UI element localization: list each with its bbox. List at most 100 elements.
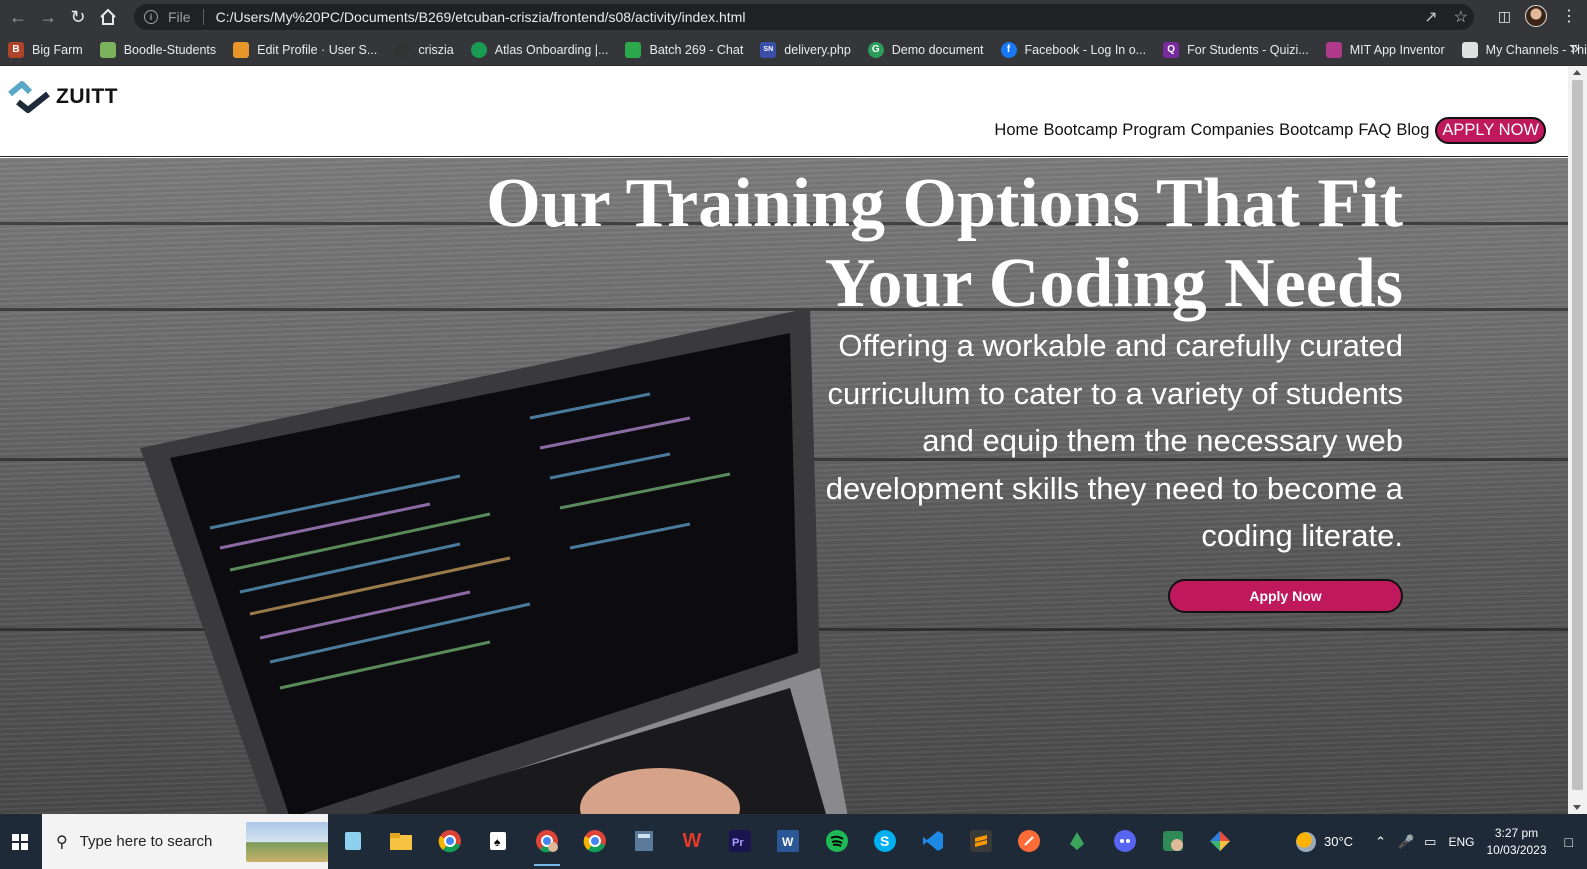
browser-toolbar: ← → ↻ i File C:/Users/My%20PC/Documents/… [0,0,1587,34]
postman-icon[interactable] [1012,824,1046,858]
bookmark-item[interactable]: My Channels - Thin... [1461,41,1587,58]
bookmark-item[interactable]: Atlas Onboarding |... [470,41,608,58]
clock-date: 10/03/2023 [1486,842,1547,857]
chevron-up-icon[interactable]: ⌃ [1375,834,1386,850]
discord-icon[interactable] [1108,824,1142,858]
scroll-thumb[interactable] [1572,80,1583,790]
hero-title-line1: Our Training Options That Fit [486,165,1403,242]
facebook-icon: f [1000,41,1017,58]
nav-home[interactable]: Home [994,121,1038,140]
svg-text:S: S [880,833,889,849]
wps-icon[interactable]: W [675,824,709,858]
hero-title: Our Training Options That Fit Your Codin… [423,164,1403,324]
bookmark-item[interactable]: SN delivery.php [760,41,851,58]
url-text[interactable]: C:/Users/My%20PC/Documents/B269/etcuban-… [216,9,746,25]
more-bookmarks-icon[interactable]: » [1570,40,1579,58]
bookmark-item[interactable]: Boodle-Students [99,41,216,58]
search-placeholder: Type here to search [79,833,213,850]
hero-title-line2: Your Coding Needs [824,245,1403,322]
chrome-icon[interactable] [433,824,467,858]
bookmark-item[interactable]: criszia [394,41,454,58]
windows-start-icon[interactable] [0,814,40,869]
weather-icon[interactable] [1296,831,1317,852]
scroll-up-icon[interactable] [1573,70,1581,75]
scroll-down-icon[interactable] [1573,805,1581,810]
bookmark-item[interactable]: Q For Students - Quizi... [1163,41,1309,58]
nav-apply-button[interactable]: APPLY NOW [1435,117,1546,144]
quizizz-icon: Q [1163,41,1180,58]
bookmark-icon [1461,41,1478,58]
profile-avatar[interactable] [1525,5,1547,27]
search-highlight-image [246,822,328,862]
microphone-icon[interactable]: 🎤 [1398,834,1414,850]
site-info-icon[interactable]: i [144,10,158,24]
notifications-icon[interactable]: □ [1565,834,1573,850]
bookmark-icon [470,41,487,58]
skype-icon[interactable]: S [868,824,902,858]
premiere-icon[interactable]: Pr [723,824,757,858]
weather-temp[interactable]: 30°C [1324,834,1353,849]
bookmark-item[interactable]: f Facebook - Log In o... [1000,41,1146,58]
logo-text: ZUITT [56,85,118,108]
bookmark-item[interactable]: B Big Farm [8,41,83,58]
taskbar: ⚲ Type here to search ♠ W Pr W S 30°C ⌃ … [0,814,1587,869]
language-indicator[interactable]: ENG [1448,835,1474,849]
hero-subtitle: Offering a workable and carefully curate… [825,328,1403,553]
hero-section: Our Training Options That Fit Your Codin… [0,158,1568,814]
calculator-icon[interactable] [627,824,661,858]
home-icon[interactable] [96,5,120,29]
solitaire-icon[interactable]: ♠ [481,824,515,858]
chrome-icon[interactable] [578,824,612,858]
vscode-icon[interactable] [916,824,950,858]
forward-icon[interactable]: → [36,5,60,29]
robo-icon[interactable] [1060,824,1094,858]
file-explorer-icon[interactable] [384,824,418,858]
nav-blog[interactable]: Blog [1396,121,1429,140]
logo[interactable]: ZUITT [8,80,118,114]
nav-faq[interactable]: FAQ [1358,121,1391,140]
git-icon[interactable] [1203,824,1237,858]
network-icon[interactable]: ▭ [1424,834,1436,850]
bookmark-item[interactable]: G Demo document [867,41,984,58]
zuitt-logo-icon [8,81,50,113]
bookmark-item[interactable]: Edit Profile · User S... [233,41,377,58]
laptop-image [140,308,848,814]
page-scrollbar[interactable] [1568,66,1587,814]
bookmark-star-icon[interactable]: ☆ [1454,7,1468,27]
address-bar[interactable]: i File C:/Users/My%20PC/Documents/B269/e… [134,4,1474,30]
side-panel-icon[interactable]: ◫ [1498,8,1511,25]
nav-bootcamp-program[interactable]: Bootcamp Program [1043,121,1185,140]
word-icon[interactable]: W [771,824,805,858]
reload-icon[interactable]: ↻ [66,5,90,29]
chrome-profile-icon[interactable] [530,824,564,866]
bookmark-item[interactable]: Batch 269 - Chat [625,41,743,58]
system-tray: 30°C ⌃ 🎤 ▭ ENG 3:27 pm 10/03/2023 □ [1296,814,1587,869]
taskbar-search[interactable]: ⚲ Type here to search [42,814,328,869]
page-viewport: ZUITT Home Bootcamp Program Companies Bo… [0,66,1568,814]
file-label: File [168,9,191,25]
spotify-icon[interactable] [820,824,854,858]
sublime-icon[interactable] [964,824,998,858]
main-nav: Home Bootcamp Program Companies Bootcamp… [989,117,1546,144]
menu-icon[interactable]: ⋮ [1561,6,1577,26]
notepad-icon[interactable] [336,824,370,858]
bookmark-item[interactable]: MIT App Inventor [1325,41,1445,58]
share-icon[interactable]: ↗ [1424,7,1437,27]
nav-bootcamp[interactable]: Bootcamp [1279,121,1353,140]
bookmark-icon: SN [760,41,777,58]
github-icon [394,41,411,58]
svg-text:Pr: Pr [732,837,744,849]
chat-icon [625,41,642,58]
nav-companies[interactable]: Companies [1191,121,1274,140]
svg-text:♠: ♠ [494,835,501,849]
app-icon[interactable] [1156,824,1190,858]
bookmarks-bar: B Big Farm Boodle-Students Edit Profile ·… [0,34,1587,66]
bookmark-icon: B [8,41,24,58]
search-icon: ⚲ [56,833,68,851]
back-icon[interactable]: ← [6,5,30,29]
clock[interactable]: 3:27 pm 10/03/2023 [1486,825,1546,859]
apply-now-button[interactable]: Apply Now [1168,579,1403,613]
bookmark-icon [1325,41,1342,58]
svg-text:W: W [782,835,794,849]
clock-time: 3:27 pm [1494,825,1539,840]
